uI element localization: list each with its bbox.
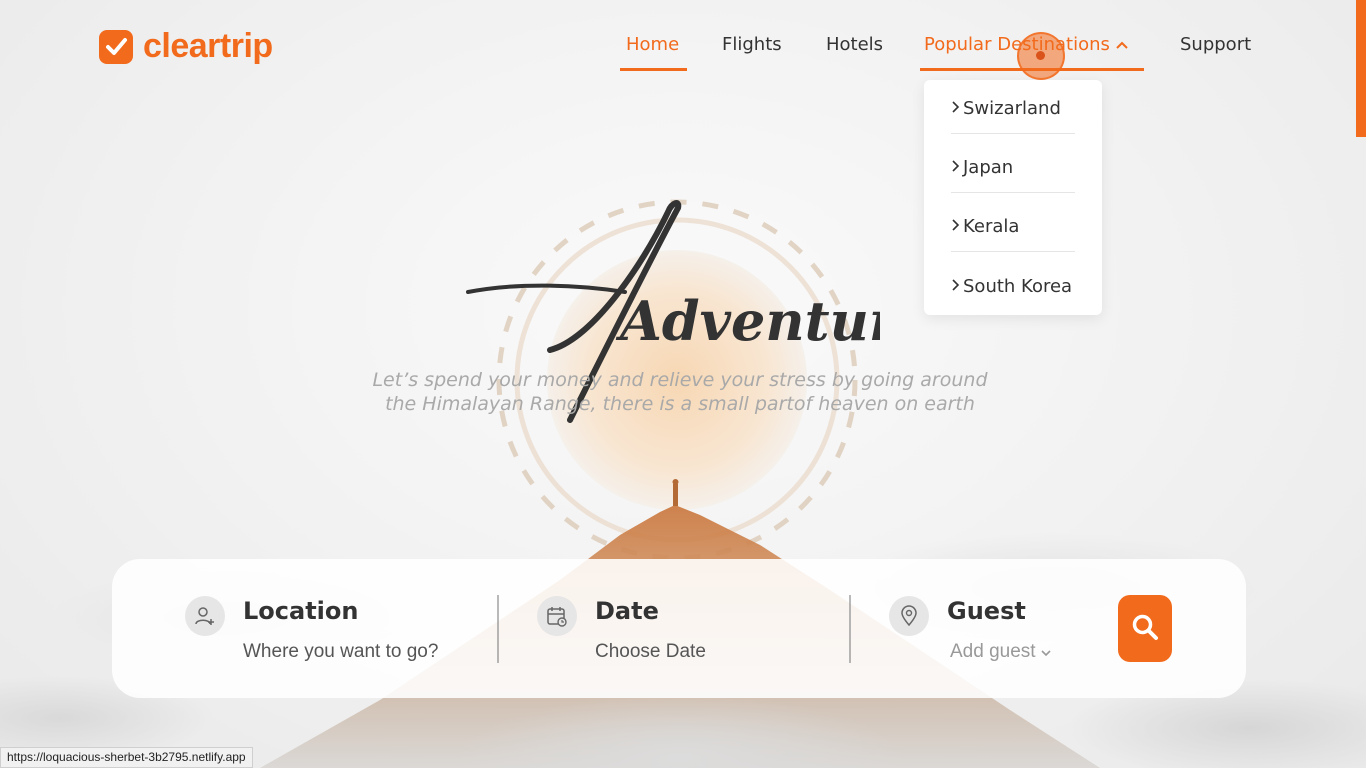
nav-flights[interactable]: Flights [722, 34, 782, 55]
date-field[interactable]: Date Choose Date [499, 559, 849, 698]
dropdown-item-label: Kerala [963, 216, 1020, 237]
dropdown-item-japan[interactable]: Japan [951, 143, 1075, 193]
main-nav: Home Flights Hotels Popular Destinations… [0, 34, 1366, 74]
chevron-down-icon [1041, 641, 1051, 662]
nav-home[interactable]: Home [626, 34, 679, 55]
guest-select-label: Add guest [950, 641, 1036, 662]
destinations-dropdown: Swizarland Japan Kerala South Korea [924, 80, 1102, 315]
browser-status-url: https://loquacious-sherbet-3b2795.netlif… [0, 747, 253, 768]
nav-support[interactable]: Support [1180, 34, 1251, 55]
cursor-dot [1036, 51, 1045, 60]
nav-hotels[interactable]: Hotels [826, 34, 883, 55]
dropdown-item-label: Swizarland [963, 98, 1061, 119]
search-bar: Location Where you want to go? Date Choo… [112, 559, 1246, 698]
chevron-right-icon [951, 157, 961, 178]
hero-tagline: Let’s spend your money and relieve your … [330, 368, 1030, 416]
date-input[interactable]: Choose Date [595, 641, 706, 663]
dropdown-item-label: Japan [963, 157, 1014, 178]
chevron-up-icon [1116, 34, 1128, 55]
guest-title: Guest [947, 597, 1026, 625]
nav-home-underline [620, 68, 687, 71]
search-icon [1131, 613, 1159, 645]
location-title: Location [243, 597, 359, 625]
guest-field[interactable]: Guest Add guest [851, 559, 1111, 698]
location-pin-icon [889, 596, 929, 636]
dropdown-item-label: South Korea [963, 275, 1073, 297]
user-plus-icon [185, 596, 225, 636]
search-button[interactable] [1118, 595, 1172, 662]
hero-tagline-line2: the Himalayan Range, there is a small pa… [385, 393, 975, 415]
dropdown-item-south-korea[interactable]: South Korea [951, 261, 1075, 311]
dropdown-item-swizarland[interactable]: Swizarland [951, 84, 1075, 134]
date-title: Date [595, 597, 659, 625]
hero-tagline-line1: Let’s spend your money and relieve your … [372, 369, 988, 391]
chevron-right-icon [951, 216, 961, 237]
calendar-icon [537, 596, 577, 636]
chevron-right-icon [951, 98, 961, 119]
dropdown-item-kerala[interactable]: Kerala [951, 202, 1075, 252]
location-field[interactable]: Location Where you want to go? [112, 559, 498, 698]
location-input[interactable]: Where you want to go? [243, 641, 438, 663]
guest-select[interactable]: Add guest [950, 641, 1051, 663]
chevron-right-icon [951, 276, 961, 297]
hero-title-text: Adventure [615, 289, 880, 353]
